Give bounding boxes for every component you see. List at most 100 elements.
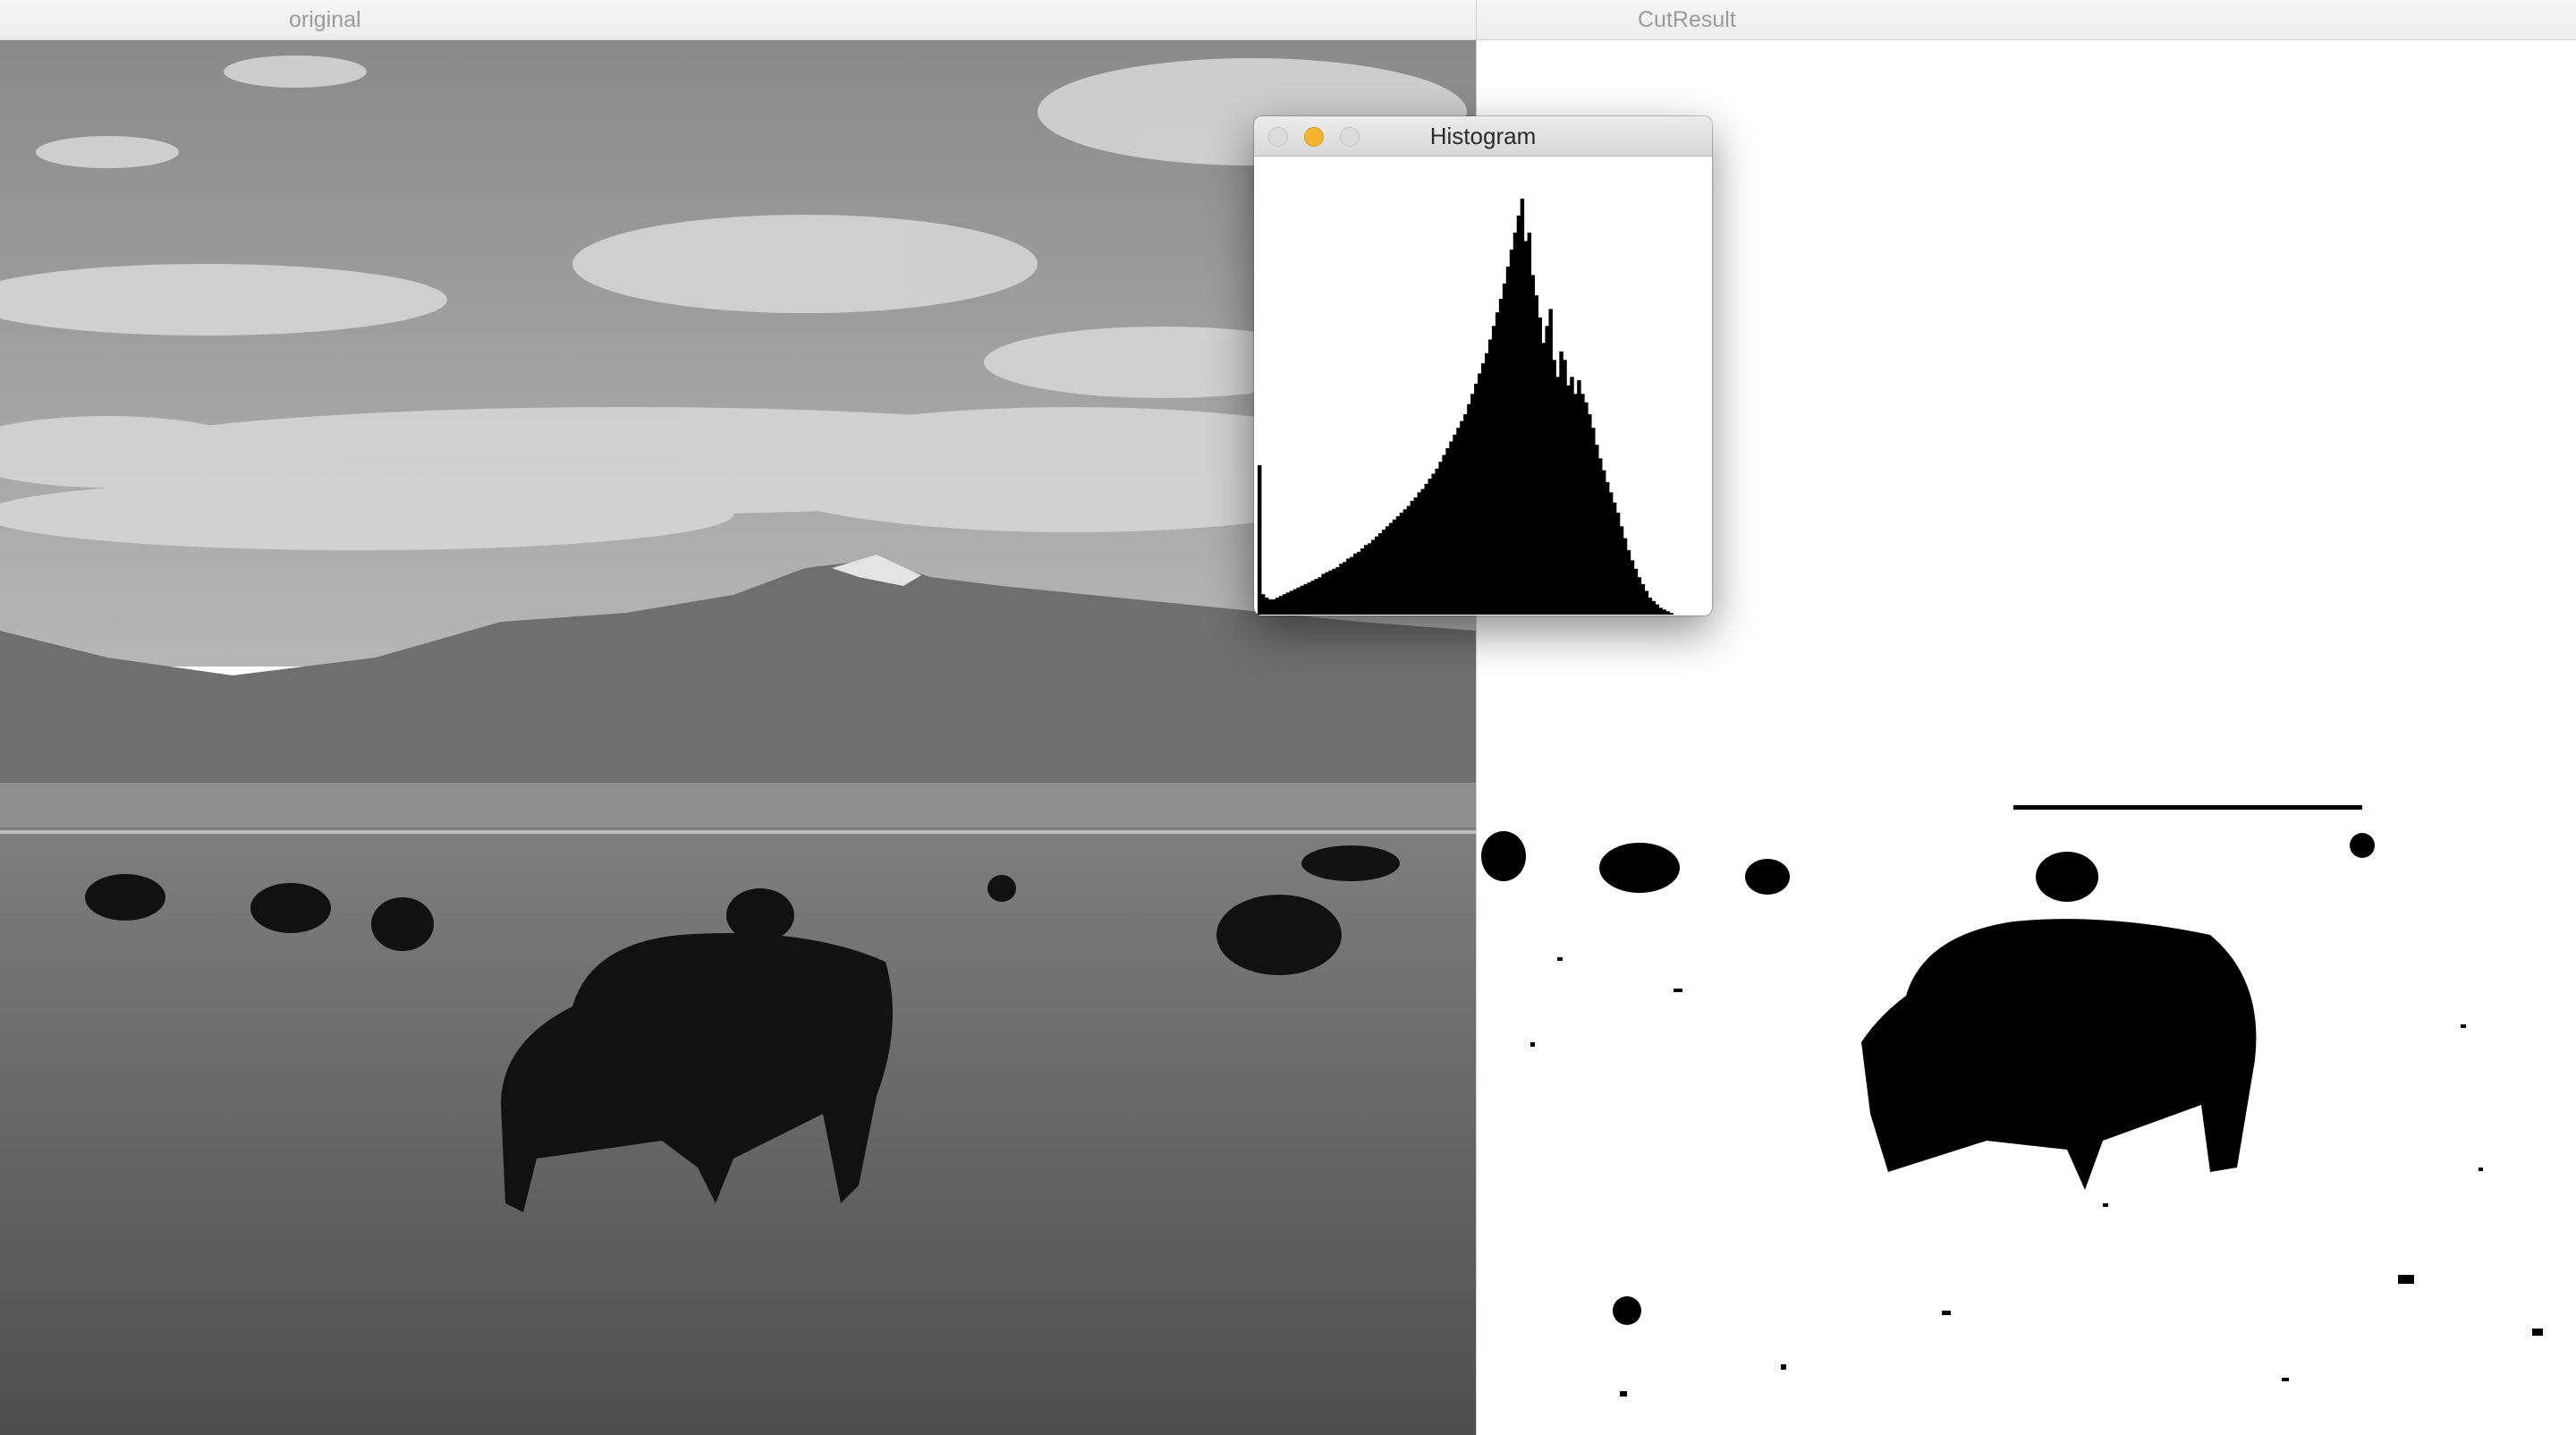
histogram-bar	[1644, 590, 1649, 615]
histogram-bar	[1513, 232, 1518, 615]
histogram-bar	[1392, 519, 1397, 615]
histogram-bar	[1527, 232, 1532, 615]
histogram-bar	[1417, 492, 1422, 615]
histogram-bar	[1495, 312, 1500, 615]
histogram-bar	[1318, 577, 1322, 615]
histogram-bar	[1374, 536, 1379, 615]
histogram-bar	[1662, 609, 1666, 615]
histogram-bar	[1271, 599, 1276, 615]
histogram-bar	[1637, 577, 1642, 615]
histogram-bar	[1481, 363, 1486, 615]
histogram-bar	[1406, 505, 1411, 615]
window-titlebar[interactable]: CutResult	[1477, 0, 2576, 40]
histogram-bar	[1555, 377, 1560, 615]
window-titlebar[interactable]: original	[0, 0, 1476, 40]
histogram-bar	[1491, 326, 1496, 615]
histogram-bar	[1474, 383, 1479, 615]
histogram-bar	[1597, 458, 1603, 615]
histogram-bar	[1530, 275, 1536, 615]
histogram-bar	[1463, 414, 1468, 615]
histogram-bar	[1442, 454, 1446, 615]
histogram-bar	[1470, 394, 1475, 615]
histogram-bar	[1410, 500, 1415, 615]
histogram-bar	[1292, 589, 1298, 615]
histogram-bar	[1339, 564, 1343, 615]
histogram-bar	[1595, 445, 1599, 615]
histogram-bar	[1370, 539, 1376, 615]
plain	[0, 783, 1476, 828]
histogram-bar	[1467, 403, 1471, 615]
histogram-bar	[1669, 613, 1674, 615]
histogram-bar	[1460, 420, 1464, 615]
histogram-bar	[1285, 592, 1291, 615]
histogram-bar	[1588, 414, 1592, 615]
histogram-bar	[1328, 570, 1333, 615]
histogram-bar	[1619, 526, 1624, 615]
histogram-bar	[1563, 360, 1567, 615]
histogram-bar	[1651, 600, 1656, 615]
histogram-bar	[1484, 352, 1489, 615]
histogram-bar	[1264, 598, 1269, 615]
histogram-bar	[1303, 583, 1309, 615]
histogram-bar	[1282, 594, 1287, 615]
histogram-bar	[1321, 573, 1326, 615]
histogram-bar	[1516, 215, 1521, 615]
window-title: CutResult	[1638, 7, 1736, 32]
window-histogram[interactable]: Histogram	[1254, 116, 1712, 616]
histogram-bar	[1296, 587, 1301, 615]
histogram-bar	[1577, 380, 1581, 615]
histogram-bar	[1456, 428, 1461, 615]
histogram-bar	[1612, 502, 1617, 615]
histogram-bar	[1413, 497, 1419, 615]
histogram-bar	[1399, 513, 1404, 615]
histogram-plot	[1257, 199, 1674, 615]
histogram-bar	[1325, 572, 1329, 615]
histogram-bar	[1314, 579, 1318, 615]
histogram-bar	[1559, 351, 1563, 615]
histogram-bar	[1377, 532, 1383, 615]
histogram-bar	[1626, 549, 1631, 615]
histogram-bar	[1538, 317, 1542, 615]
minimize-icon[interactable]	[1304, 127, 1324, 147]
histogram-bar	[1605, 481, 1610, 615]
histogram-bar	[1307, 582, 1311, 615]
histogram-bar	[1509, 249, 1514, 615]
histogram-bar	[1552, 360, 1556, 615]
histogram-bar	[1498, 298, 1504, 615]
histogram-bar	[1487, 339, 1493, 615]
histogram-bar	[1608, 492, 1614, 615]
histogram-bar	[1435, 468, 1439, 615]
histogram-bar	[1658, 607, 1663, 615]
histogram-bar	[1431, 473, 1436, 615]
zoom-icon[interactable]	[1340, 127, 1360, 147]
histogram-bar	[1570, 377, 1574, 615]
histogram-bar	[1580, 394, 1585, 615]
histogram-bar	[1350, 556, 1354, 615]
histogram-bar	[1478, 373, 1482, 615]
histogram-bar	[1257, 464, 1262, 615]
histogram-bar	[1360, 548, 1365, 615]
histogram-bar	[1395, 515, 1401, 615]
window-titlebar[interactable]: Histogram	[1254, 116, 1712, 157]
histogram-bar	[1449, 441, 1453, 615]
histogram-bar	[1573, 394, 1578, 615]
histogram-bar	[1428, 479, 1432, 615]
histogram-bar	[1445, 448, 1450, 615]
histogram-canvas	[1254, 157, 1712, 616]
histogram-bar	[1310, 581, 1315, 615]
histogram-bar	[1648, 598, 1653, 615]
histogram-bar	[1520, 199, 1525, 615]
histogram-bar	[1545, 326, 1549, 615]
histogram-bar	[1385, 526, 1390, 615]
histogram-bar	[1566, 385, 1571, 615]
histogram-bar	[1381, 530, 1386, 615]
histogram-bar	[1364, 545, 1368, 615]
histogram-bar	[1368, 543, 1372, 615]
close-icon[interactable]	[1268, 127, 1288, 147]
histogram-bar	[1289, 590, 1294, 615]
window-title: Histogram	[1429, 123, 1537, 149]
histogram-bar	[1655, 604, 1659, 615]
histogram-bar	[1388, 522, 1394, 615]
histogram-bar	[1548, 309, 1553, 615]
histogram-bar	[1260, 594, 1266, 615]
